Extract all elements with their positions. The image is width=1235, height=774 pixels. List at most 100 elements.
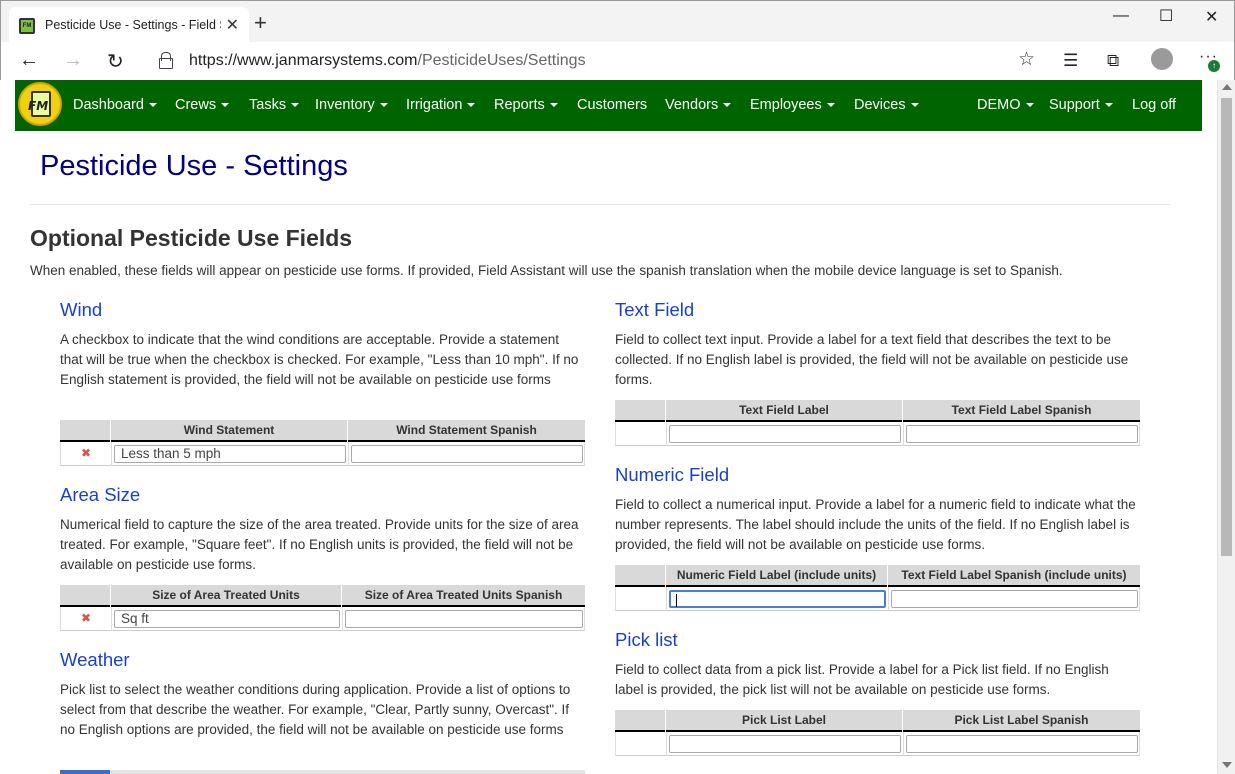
text-cursor xyxy=(676,594,677,607)
column-header: Size of Area Treated Units xyxy=(110,585,341,607)
column-header: Wind Statement xyxy=(110,420,347,442)
weather-description: Pick list to select the weather conditio… xyxy=(60,682,571,737)
area-size-description: Numerical field to capture the size of t… xyxy=(60,517,579,572)
app-logo[interactable]: FM xyxy=(18,82,62,126)
nav-crews[interactable]: Crews xyxy=(175,97,230,113)
wind-description: A checkbox to indicate that the wind con… xyxy=(60,332,579,387)
caret-down-icon xyxy=(148,103,157,107)
url-host: https://www.janmarsystems.com xyxy=(189,52,418,69)
nav-reports[interactable]: Reports xyxy=(494,97,558,113)
pick-list-table: Pick List Label Pick List Label Spanish xyxy=(615,710,1140,756)
back-icon[interactable]: ← xyxy=(19,49,39,72)
lock-icon xyxy=(159,52,173,69)
area-units-spanish-input[interactable] xyxy=(345,610,583,628)
nav-devices[interactable]: Devices xyxy=(854,97,919,113)
table-row xyxy=(615,587,1140,611)
wind-title: Wind xyxy=(60,299,103,320)
caret-down-icon xyxy=(1025,103,1034,107)
scroll-thumb[interactable] xyxy=(1221,98,1232,556)
delete-icon[interactable]: ✖ xyxy=(81,446,91,460)
area-units-input[interactable]: Sq ft xyxy=(114,610,340,628)
pick-list-description: Field to collect data from a pick list. … xyxy=(615,662,1109,697)
column-header: Pick List Label xyxy=(665,710,902,732)
pick-list-label-spanish-input[interactable] xyxy=(906,735,1138,753)
wind-statement-input[interactable]: Less than 5 mph xyxy=(114,445,346,463)
numeric-field-title: Numeric Field xyxy=(615,464,730,485)
area-size-title: Area Size xyxy=(60,484,141,505)
table-row xyxy=(615,732,1140,756)
column-header: Size of Area Treated Units Spanish xyxy=(341,585,585,607)
numeric-field-table: Numeric Field Label (include units) Text… xyxy=(615,565,1140,611)
tab-title: Pesticide Use - Settings - Field Se xyxy=(45,18,221,32)
caret-down-icon xyxy=(291,103,300,107)
section-description: When enabled, these fields will appear o… xyxy=(30,263,1063,278)
logo-text: FM xyxy=(28,99,49,113)
table-row: ✖ Sq ft xyxy=(60,607,585,631)
nav-support[interactable]: Support xyxy=(1049,97,1113,113)
nav-tasks[interactable]: Tasks xyxy=(249,97,300,113)
browser-tab[interactable]: FM Pesticide Use - Settings - Field Se ✕ xyxy=(9,7,249,43)
column-header: Text Field Label xyxy=(665,400,902,422)
page-scrollbar[interactable] xyxy=(1217,80,1235,774)
numeric-field-label-input[interactable] xyxy=(669,590,886,608)
column-header: Text Field Label Spanish (include units) xyxy=(887,565,1140,587)
window-close-icon[interactable]: ✕ xyxy=(1205,7,1218,27)
column-header: Wind Statement Spanish xyxy=(347,420,585,442)
nav-customers[interactable]: Customers xyxy=(577,97,647,113)
divider xyxy=(30,204,1170,205)
address-bar-row: ← → ↻ https://www.janmarsystems.com/Pest… xyxy=(0,42,1235,80)
scroll-up-icon[interactable] xyxy=(1222,84,1232,90)
numeric-field-description: Field to collect a numerical input. Prov… xyxy=(615,497,1136,552)
nav-inventory[interactable]: Inventory xyxy=(315,97,388,113)
refresh-icon[interactable]: ↻ xyxy=(107,49,124,74)
scroll-down-icon[interactable] xyxy=(1222,762,1232,768)
url-field[interactable]: https://www.janmarsystems.com/PesticideU… xyxy=(147,46,1041,76)
nav-vendors[interactable]: Vendors xyxy=(665,97,732,113)
favorites-icon[interactable]: ☰ xyxy=(1063,51,1078,71)
caret-down-icon xyxy=(910,103,919,107)
table-row: ✖ Less than 5 mph xyxy=(60,442,585,466)
url-path: /PesticideUses/Settings xyxy=(417,52,586,69)
nav-employees[interactable]: Employees xyxy=(750,97,835,113)
caret-down-icon xyxy=(379,103,388,107)
collections-icon[interactable]: ⧉ xyxy=(1107,51,1119,71)
pick-list-title: Pick list xyxy=(615,629,678,650)
tab-close-icon[interactable]: ✕ xyxy=(226,15,239,35)
text-field-label-input[interactable] xyxy=(669,425,901,443)
nav-log-off[interactable]: Log off xyxy=(1132,97,1176,113)
text-field-table: Text Field Label Text Field Label Spanis… xyxy=(615,400,1140,446)
column-header: Pick List Label Spanish xyxy=(902,710,1140,732)
favorite-star-icon[interactable]: ☆ xyxy=(1018,48,1035,71)
favicon-icon: FM xyxy=(19,18,35,34)
new-tab-icon[interactable]: + xyxy=(254,10,267,36)
section-title: Optional Pesticide Use Fields xyxy=(30,225,353,251)
text-field-label-spanish-input[interactable] xyxy=(906,425,1138,443)
area-size-table: Size of Area Treated Units Size of Area … xyxy=(60,585,585,631)
nav-irrigation[interactable]: Irrigation xyxy=(406,97,476,113)
wind-table: Wind Statement Wind Statement Spanish ✖ … xyxy=(60,420,585,466)
browser-tab-bar: FM Pesticide Use - Settings - Field Se ✕… xyxy=(0,0,1235,43)
weather-title: Weather xyxy=(60,649,130,670)
delete-icon[interactable]: ✖ xyxy=(81,611,91,625)
page-title: Pesticide Use - Settings xyxy=(40,150,348,182)
pick-list-label-input[interactable] xyxy=(669,735,901,753)
forward-icon[interactable]: → xyxy=(63,49,83,72)
caret-down-icon xyxy=(826,103,835,107)
column-header: Text Field Label Spanish xyxy=(902,400,1140,422)
table-row xyxy=(615,422,1140,446)
main-navbar: FM Dashboard Crews Tasks Inventory Irrig… xyxy=(15,80,1202,131)
nav-demo[interactable]: DEMO xyxy=(977,97,1034,113)
weather-table-header xyxy=(60,770,585,774)
maximize-icon[interactable]: ☐ xyxy=(1159,6,1173,26)
profile-avatar-icon[interactable] xyxy=(1151,48,1173,70)
column-header: Numeric Field Label (include units) xyxy=(665,565,887,587)
nav-dashboard[interactable]: Dashboard xyxy=(73,97,157,113)
caret-down-icon xyxy=(1104,103,1113,107)
wind-statement-spanish-input[interactable] xyxy=(351,445,583,463)
minimize-icon[interactable]: — xyxy=(1113,7,1129,25)
numeric-field-label-spanish-input[interactable] xyxy=(891,590,1138,608)
text-field-title: Text Field xyxy=(615,299,695,320)
caret-down-icon xyxy=(723,103,732,107)
caret-down-icon xyxy=(221,103,230,107)
update-badge-icon: ↑ xyxy=(1208,60,1220,72)
